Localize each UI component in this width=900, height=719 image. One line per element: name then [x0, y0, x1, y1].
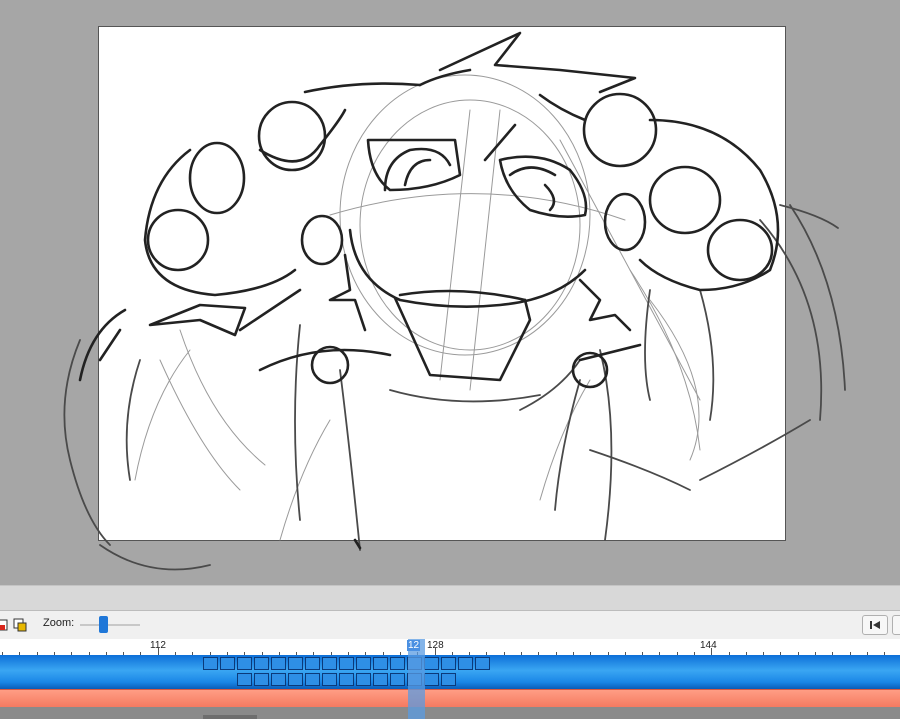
next-frame-button[interactable]: [892, 615, 900, 635]
playhead[interactable]: [408, 639, 425, 719]
keyframe-cell[interactable]: [237, 657, 252, 670]
zoom-slider-track[interactable]: [80, 624, 140, 626]
ruler-tick: [435, 648, 436, 655]
keyframe-cell[interactable]: [356, 657, 371, 670]
keyframe-cell[interactable]: [390, 657, 405, 670]
keyframe-cell[interactable]: [356, 673, 371, 686]
ruler-tick: [158, 648, 159, 655]
duplicate-frame-icon[interactable]: [13, 618, 27, 632]
timeline-title-bar: [0, 585, 900, 611]
keyframe-cell[interactable]: [254, 673, 269, 686]
layer-icon[interactable]: [0, 618, 10, 632]
canvas-area[interactable]: [0, 0, 900, 585]
zoom-slider-thumb[interactable]: [99, 616, 108, 633]
keyframe-cell[interactable]: [237, 673, 252, 686]
keyframe-cell[interactable]: [475, 657, 490, 670]
skip-to-start-icon: [870, 621, 880, 629]
keyframe-cell[interactable]: [373, 673, 388, 686]
audio-layer-track[interactable]: [0, 689, 900, 708]
keyframe-cell[interactable]: [254, 657, 269, 670]
keyframe-cell[interactable]: [288, 673, 303, 686]
keyframe-cell[interactable]: [339, 673, 354, 686]
frame-ruler[interactable]: 112 128 144: [0, 639, 900, 655]
keyframe-cell[interactable]: [441, 657, 456, 670]
keyframe-cell[interactable]: [424, 657, 439, 670]
keyframe-cell[interactable]: [339, 657, 354, 670]
ruler-label-144: 144: [700, 640, 717, 651]
keyframe-cell[interactable]: [458, 657, 473, 670]
keyframe-cell[interactable]: [441, 673, 456, 686]
sketch-drawing: [63, 31, 846, 571]
keyframe-cell[interactable]: [271, 673, 286, 686]
zoom-label: Zoom:: [43, 617, 75, 629]
keyframe-cell[interactable]: [220, 657, 235, 670]
keyframe-cell[interactable]: [271, 657, 286, 670]
keyframe-cell[interactable]: [305, 657, 320, 670]
keyframe-cell[interactable]: [322, 673, 337, 686]
keyframe-cell[interactable]: [322, 657, 337, 670]
skip-to-start-button[interactable]: [862, 615, 888, 635]
lower-layer-track[interactable]: [0, 707, 900, 719]
timeline-panel: Zoom: 112 128 144 12: [0, 585, 900, 719]
playhead-frame-label: 12: [407, 640, 421, 651]
keyframe-cell[interactable]: [424, 673, 439, 686]
ruler-tick: [711, 648, 712, 655]
timeline-scrollbar-thumb[interactable]: [203, 715, 257, 719]
animation-layer-track[interactable]: [0, 655, 900, 689]
keyframe-cell[interactable]: [390, 673, 405, 686]
keyframe-cell[interactable]: [288, 657, 303, 670]
keyframe-cell[interactable]: [203, 657, 218, 670]
keyframe-cell[interactable]: [305, 673, 320, 686]
timeline-toolbar: Zoom:: [0, 611, 900, 639]
keyframe-cell[interactable]: [373, 657, 388, 670]
